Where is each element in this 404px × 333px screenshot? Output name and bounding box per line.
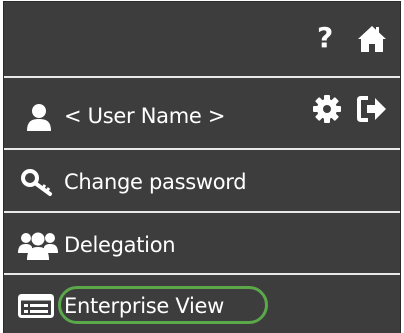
- navigation-panel: ? < User Name > Change password Delegati…: [4, 2, 400, 333]
- settings-gear-icon[interactable]: [312, 94, 342, 124]
- top-bar: ?: [4, 2, 400, 78]
- user-icon: [27, 104, 51, 131]
- menu-item-label: Enterprise View: [64, 294, 225, 318]
- group-icon: [18, 232, 58, 260]
- user-row: < User Name >: [4, 78, 400, 150]
- user-name: < User Name >: [64, 104, 226, 128]
- home-icon[interactable]: [356, 24, 388, 54]
- menu-item-change-password[interactable]: Change password: [4, 150, 400, 213]
- menu-item-label: Delegation: [64, 233, 176, 257]
- help-icon[interactable]: ?: [317, 24, 333, 52]
- menu-item-label: Change password: [64, 170, 247, 194]
- menu-item-enterprise-view[interactable]: Enterprise View: [4, 275, 400, 333]
- menu-item-delegation[interactable]: Delegation: [4, 213, 400, 275]
- list-window-icon: [18, 294, 54, 318]
- logout-icon[interactable]: [356, 95, 388, 123]
- key-icon: [21, 169, 52, 196]
